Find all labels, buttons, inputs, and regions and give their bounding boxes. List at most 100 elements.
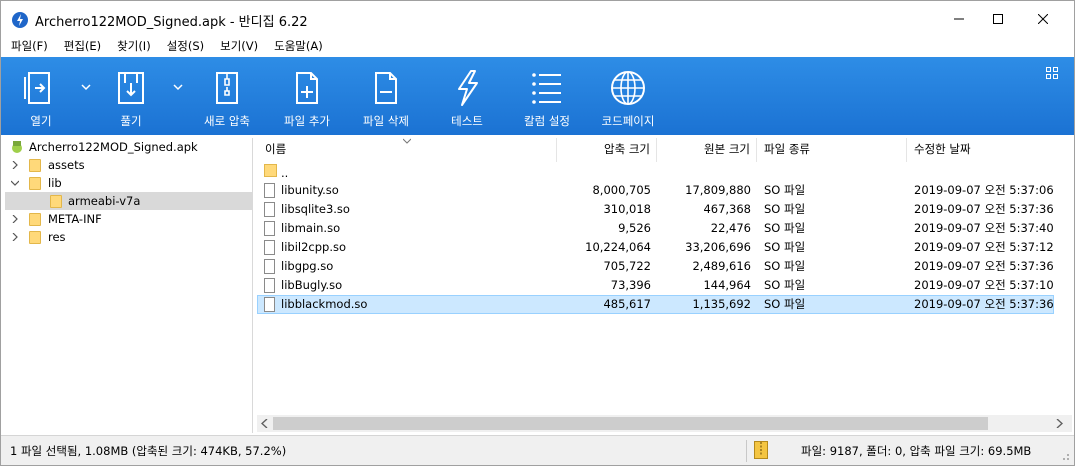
compressed-size: 10,224,064	[585, 240, 651, 254]
original-size: 144,964	[703, 278, 751, 292]
file-icon	[264, 259, 275, 274]
status-bar: 1 파일 선택됨, 1.08MB (압축된 크기: 474KB, 57.2%) …	[1, 435, 1074, 465]
extract-label: 풀기	[120, 114, 142, 128]
file-type: SO 파일	[764, 240, 806, 254]
folder-icon	[29, 231, 41, 244]
table-row[interactable]: libsqlite3.so 310,018 467,368 SO 파일 2019…	[257, 200, 1054, 219]
open-dropdown-icon[interactable]	[81, 83, 91, 91]
resize-grip-icon[interactable]	[1060, 451, 1070, 461]
layout-toggle-icon[interactable]	[1046, 67, 1058, 79]
column-settings-label: 칼럼 설정	[524, 114, 570, 128]
file-name: libgpg.so	[281, 259, 334, 273]
file-list: 이름 압축 크기 원본 크기 파일 종류 수정한 날짜 .. libunity.…	[257, 138, 1072, 433]
tree-item-res[interactable]: res	[5, 228, 253, 246]
compressed-size: 9,526	[618, 221, 651, 235]
compressed-size: 485,617	[603, 297, 651, 311]
title-bar: Archerro122MOD_Signed.apk - 반디집 6.22	[1, 1, 1074, 37]
codepage-button[interactable]: 코드페이지	[593, 57, 663, 135]
original-size: 467,368	[703, 202, 751, 216]
menu-view[interactable]: 보기(V)	[210, 37, 264, 57]
column-header-modified[interactable]: 수정한 날짜	[907, 138, 1054, 162]
zip-archive-icon	[754, 441, 768, 459]
file-icon	[264, 202, 275, 217]
file-name: libunity.so	[281, 183, 339, 197]
menu-find[interactable]: 찾기(I)	[107, 37, 157, 57]
test-button[interactable]: 테스트	[435, 57, 499, 135]
folder-icon	[264, 164, 277, 177]
scrollbar-thumb[interactable]	[273, 417, 988, 430]
extract-icon	[118, 72, 144, 104]
compressed-size: 310,018	[603, 202, 651, 216]
tree-item-meta-inf[interactable]: META-INF	[5, 210, 253, 228]
menu-settings[interactable]: 설정(S)	[157, 37, 210, 57]
file-icon	[264, 240, 275, 255]
modified-date: 2019-09-07 오전 5:37:36	[914, 297, 1054, 311]
add-file-button[interactable]: 파일 추가	[275, 57, 339, 135]
open-label: 열기	[30, 114, 52, 128]
modified-date: 2019-09-07 오전 5:37:12	[914, 240, 1054, 254]
file-name: libmain.so	[281, 221, 341, 235]
tree-item-armeabi-v7a[interactable]: armeabi-v7a	[5, 192, 253, 210]
delete-file-label: 파일 삭제	[363, 114, 409, 128]
tree-item-label: META-INF	[48, 212, 102, 226]
close-button[interactable]	[1020, 1, 1066, 37]
modified-date: 2019-09-07 오전 5:37:36	[914, 202, 1054, 216]
chevron-right-icon[interactable]	[11, 233, 19, 241]
scroll-right-icon[interactable]	[1055, 419, 1063, 428]
file-type: SO 파일	[764, 278, 806, 292]
column-header-type[interactable]: 파일 종류	[757, 138, 907, 162]
table-row[interactable]: libil2cpp.so 10,224,064 33,206,696 SO 파일…	[257, 238, 1054, 257]
horizontal-scrollbar[interactable]	[257, 415, 1072, 432]
table-row[interactable]: libmain.so 9,526 22,476 SO 파일 2019-09-07…	[257, 219, 1054, 238]
toolbar: 열기 풀기 새로 압축 파일 추가 파일 삭제 테스트 칼럼 설정 코드페이지	[1, 57, 1074, 135]
chevron-right-icon[interactable]	[11, 161, 19, 169]
chevron-right-icon[interactable]	[11, 215, 19, 223]
column-header-name[interactable]: 이름	[257, 138, 557, 162]
table-row-selected[interactable]: libblackmod.so 485,617 1,135,692 SO 파일 2…	[257, 295, 1054, 314]
tree-root[interactable]: Archerro122MOD_Signed.apk	[5, 138, 253, 156]
bandizip-app-icon	[12, 12, 28, 28]
table-row[interactable]: libBugly.so 73,396 144,964 SO 파일 2019-09…	[257, 276, 1054, 295]
scroll-left-icon[interactable]	[261, 419, 269, 428]
table-row[interactable]: libgpg.so 705,722 2,489,616 SO 파일 2019-0…	[257, 257, 1054, 276]
file-type: SO 파일	[764, 202, 806, 216]
compressed-size: 73,396	[610, 278, 651, 292]
tree-item-assets[interactable]: assets	[5, 156, 253, 174]
codepage-label: 코드페이지	[601, 114, 655, 128]
maximize-button[interactable]	[975, 1, 1021, 37]
extract-dropdown-icon[interactable]	[173, 83, 183, 91]
new-archive-button[interactable]: 새로 압축	[195, 57, 259, 135]
folder-icon	[29, 213, 41, 226]
column-header-compressed[interactable]: 압축 크기	[557, 138, 657, 162]
file-icon	[264, 297, 275, 312]
delete-file-button[interactable]: 파일 삭제	[354, 57, 418, 135]
menu-bar: 파일(F) 편집(E) 찾기(I) 설정(S) 보기(V) 도움말(A)	[1, 37, 1074, 57]
modified-date: 2019-09-07 오전 5:37:10	[914, 278, 1054, 292]
original-size: 22,476	[710, 221, 751, 235]
file-type: SO 파일	[764, 183, 806, 197]
menu-edit[interactable]: 편집(E)	[54, 37, 107, 57]
minimize-icon	[954, 18, 964, 20]
parent-folder-row[interactable]: ..	[257, 162, 1054, 181]
compressed-size: 705,722	[603, 259, 651, 273]
maximize-icon	[993, 14, 1003, 24]
menu-file[interactable]: 파일(F)	[1, 37, 54, 57]
column-header-name-label: 이름	[265, 142, 287, 156]
tree-item-label: lib	[48, 176, 62, 190]
column-settings-button[interactable]: 칼럼 설정	[514, 57, 580, 135]
codepage-icon	[611, 71, 645, 105]
chevron-down-icon[interactable]	[11, 179, 19, 187]
archive-status: 파일: 9187, 폴더: 0, 압축 파일 크기: 69.5MB	[801, 444, 1032, 458]
column-header-original[interactable]: 원본 크기	[657, 138, 757, 162]
tree-item-lib[interactable]: lib	[5, 174, 253, 192]
original-size: 17,809,880	[685, 183, 751, 197]
add-file-label: 파일 추가	[284, 114, 330, 128]
tree-item-label: res	[48, 230, 66, 244]
table-row[interactable]: libunity.so 8,000,705 17,809,880 SO 파일 2…	[257, 181, 1054, 200]
open-button[interactable]: 열기	[9, 57, 73, 135]
file-type: SO 파일	[764, 297, 806, 311]
compressed-size: 8,000,705	[592, 183, 651, 197]
menu-help[interactable]: 도움말(A)	[264, 37, 329, 57]
original-size: 33,206,696	[685, 240, 751, 254]
extract-button[interactable]: 풀기	[99, 57, 163, 135]
